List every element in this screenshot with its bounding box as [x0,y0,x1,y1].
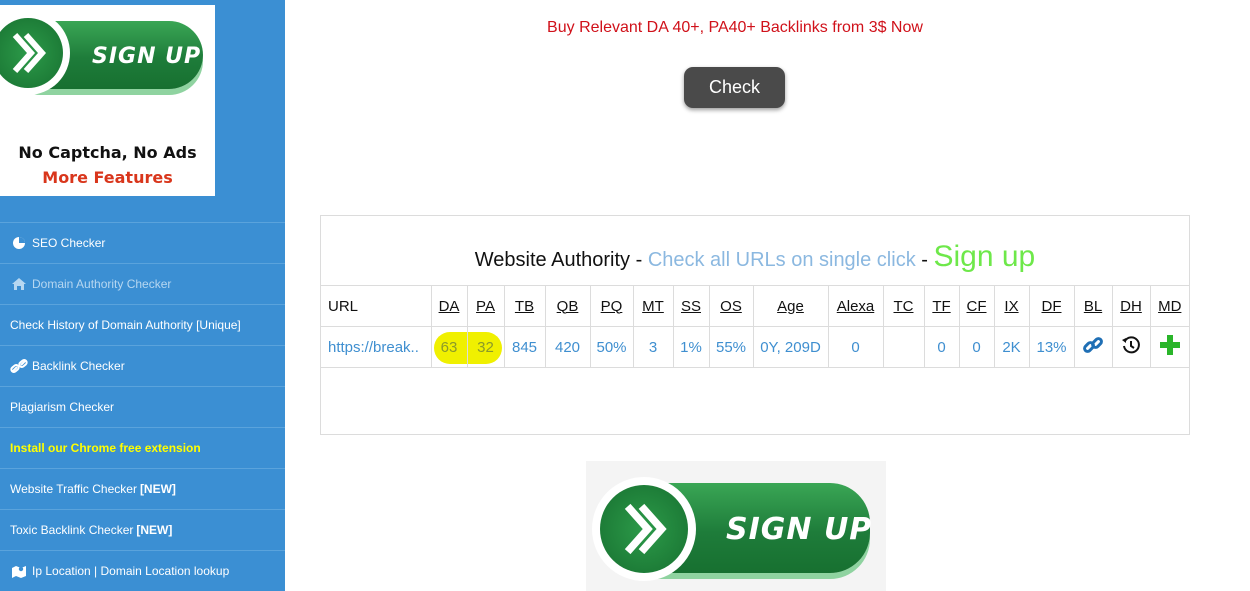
double-chevron-icon [0,18,63,88]
plus-icon[interactable] [1159,335,1181,360]
sidebar-item-label: SEO Checker [32,236,106,250]
sidebar: SIGN UP No Captcha, No Ads More Features… [0,0,285,591]
sidebar-item-label: Ip Location | Domain Location lookup [32,564,230,578]
column-header[interactable]: TB [503,285,545,327]
sidebar-item-backlink-checker[interactable]: Backlink Checker [0,345,285,386]
qb-cell: 420 [544,326,590,368]
column-header[interactable]: OS [708,285,753,327]
signup-pill-label: SIGN UP [726,512,873,547]
alexa-cell: 0 [827,326,883,368]
check-all-urls-link[interactable]: Check all URLs on single click [648,249,916,271]
sidebar-item-label: Install our Chrome free extension [10,441,201,455]
results-title-text: Website Authority [474,249,631,271]
sidebar-item-label: Toxic Backlink Checker [10,523,134,537]
md-cell [1149,326,1189,368]
results-title: Website Authority - Check all URLs on si… [321,240,1189,274]
column-header[interactable]: PA [466,285,504,327]
column-header[interactable]: BL [1073,285,1112,327]
column-header[interactable]: MT [632,285,673,327]
title-separator: - [915,249,934,271]
sidebar-item-plagiarism-checker[interactable]: Plagiarism Checker [0,386,285,427]
new-tag: [NEW] [136,523,173,537]
title-separator: - [630,249,648,271]
url-cell[interactable]: https://break.. [321,326,431,368]
sidebar-item-history-domain-authority[interactable]: Check History of Domain Authority [Uniqu… [0,304,285,345]
ix-cell: 2K [993,326,1029,368]
column-header[interactable]: PQ [589,285,633,327]
column-header[interactable]: MD [1149,285,1189,327]
table-row: https://break.. 63 32 845 420 50% 3 1% 5… [321,326,1189,368]
sidebar-item-label: Domain Authority Checker [32,277,172,291]
sidebar-item-label: Plagiarism Checker [10,400,115,414]
tb-cell: 845 [503,326,545,368]
column-header[interactable]: Age [752,285,828,327]
bl-cell [1073,326,1112,368]
sidebar-item-toxic-backlink-checker[interactable]: Toxic Backlink Checker [NEW] [0,509,285,550]
link-icon [10,358,28,374]
new-tag: [NEW] [139,482,176,496]
pq-cell: 50% [589,326,633,368]
sidebar-item-seo-checker[interactable]: SEO Checker [0,222,285,263]
column-header[interactable]: TC [882,285,924,327]
column-header[interactable]: DA [430,285,467,327]
bottom-signup-banner[interactable]: SIGN UP [586,461,886,591]
banner-promo-line1: No Captcha, No Ads [18,143,197,162]
df-cell: 13% [1028,326,1074,368]
column-header[interactable]: Alexa [827,285,883,327]
column-header[interactable]: CF [958,285,994,327]
dh-cell [1111,326,1150,368]
banner-promo-line2: More Features [42,168,173,187]
sidebar-nav: SEO Checker Domain Authority Checker Che… [0,222,285,591]
tc-cell [882,326,924,368]
check-button[interactable]: Check [684,67,785,108]
double-chevron-icon [600,485,688,573]
history-icon[interactable] [1121,336,1141,359]
sidebar-item-domain-authority-checker[interactable]: Domain Authority Checker [0,263,285,304]
signup-pill-label: SIGN UP [92,44,202,69]
home-icon [10,276,28,292]
age-cell: 0Y, 209D [752,326,828,368]
results-panel: Website Authority - Check all URLs on si… [320,215,1190,435]
tf-cell: 0 [923,326,959,368]
column-header[interactable]: IX [993,285,1029,327]
column-header[interactable]: DF [1028,285,1074,327]
sidebar-item-label: Website Traffic Checker [10,482,137,496]
column-header[interactable]: SS [672,285,709,327]
mt-cell: 3 [632,326,673,368]
column-header[interactable]: TF [923,285,959,327]
da-cell: 63 [430,326,467,368]
results-table: URL DA PA TB QB PQ MT SS OS Age Alexa TC… [321,285,1189,368]
table-header-row: URL DA PA TB QB PQ MT SS OS Age Alexa TC… [321,285,1189,327]
pa-cell: 32 [466,326,504,368]
cf-cell: 0 [958,326,994,368]
os-cell: 55% [708,326,753,368]
column-header: URL [321,285,431,327]
ss-cell: 1% [672,326,709,368]
sidebar-item-ip-location[interactable]: Ip Location | Domain Location lookup [0,550,285,591]
column-header[interactable]: QB [544,285,590,327]
sidebar-item-chrome-extension[interactable]: Install our Chrome free extension [0,427,285,468]
backlink-icon[interactable] [1082,337,1104,360]
signup-link[interactable]: Sign up [933,240,1035,273]
signup-banner[interactable]: SIGN UP No Captcha, No Ads More Features [0,5,215,196]
map-icon [10,563,28,579]
sidebar-item-label: Check History of Domain Authority [Uniqu… [10,318,241,332]
column-header[interactable]: DH [1111,285,1150,327]
sidebar-item-website-traffic-checker[interactable]: Website Traffic Checker [NEW] [0,468,285,509]
sidebar-item-label: Backlink Checker [32,359,125,373]
promo-link[interactable]: Buy Relevant DA 40+, PA40+ Backlinks fro… [285,19,1185,37]
pie-chart-icon [10,235,28,251]
